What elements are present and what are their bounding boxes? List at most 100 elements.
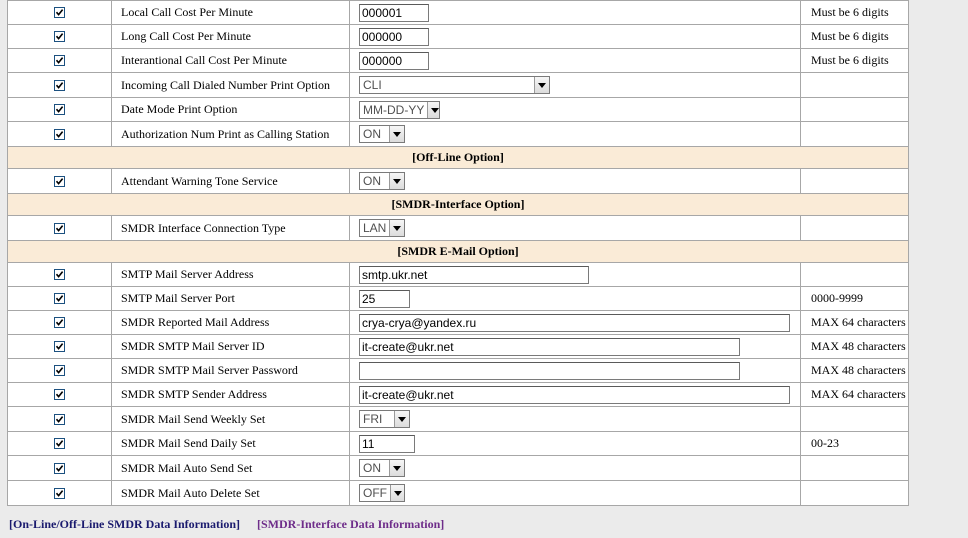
interantional-call-cost-per-minute-note: Must be 6 digits (800, 48, 909, 73)
enable-cell (7, 358, 112, 383)
setting-row-incoming-call-dialed-number-print-option: Incoming Call Dialed Number Print Option… (7, 72, 909, 98)
long-call-cost-per-minute-input[interactable]: 000000 (359, 27, 429, 46)
setting-row-smdr-smtp-sender-address: SMDR SMTP Sender Address it-create@ukr.ne… (7, 382, 909, 407)
smdr-mail-auto-send-set-select[interactable]: ON (359, 459, 405, 477)
chevron-down-icon[interactable] (389, 173, 404, 189)
long-call-cost-per-minute-label: Long Call Cost Per Minute (111, 24, 350, 49)
smdr-mail-send-daily-set-control-cell: 11 (349, 431, 801, 456)
checkbox-checked-icon[interactable] (54, 269, 65, 280)
checkbox-checked-icon[interactable] (54, 175, 65, 187)
smdr-smtp-mail-server-id-label: SMDR SMTP Mail Server ID (111, 334, 350, 359)
online-offline-smdr-data-link[interactable]: [On-Line/Off-Line SMDR Data Information] (9, 517, 240, 531)
setting-row-local-call-cost-per-minute: Local Call Cost Per Minute 000001 Must be … (7, 0, 909, 25)
section-header-row: [SMDR E-Mail Option] (7, 240, 909, 263)
chevron-down-icon[interactable] (389, 126, 404, 142)
checkbox-checked-icon[interactable] (54, 365, 65, 376)
smdr-mail-send-weekly-set-select[interactable]: FRI (359, 410, 410, 428)
smdr-settings-table: Local Call Cost Per Minute 000001 Must be … (7, 0, 909, 506)
smdr-mail-send-weekly-set-selected-value: FRI (363, 412, 383, 426)
authorization-num-print-as-calling-station-label: Authorization Num Print as Calling Stati… (111, 121, 350, 147)
setting-row-smdr-mail-auto-send-set: SMDR Mail Auto Send Set ON (7, 455, 909, 481)
setting-row-smtp-mail-server-address: SMTP Mail Server Address smtp.ukr.net (7, 262, 909, 287)
enable-cell (7, 334, 112, 359)
smtp-mail-server-address-control-cell: smtp.ukr.net (349, 262, 801, 287)
section-title-off-line-option: [Off-Line Option] (7, 146, 909, 169)
checkbox-checked-icon[interactable] (54, 341, 65, 352)
interantional-call-cost-per-minute-input[interactable]: 000000 (359, 51, 429, 70)
interantional-call-cost-per-minute-control-cell: 000000 (349, 48, 801, 73)
enable-cell (7, 480, 112, 506)
local-call-cost-per-minute-note: Must be 6 digits (800, 0, 909, 25)
attendant-warning-tone-service-control-cell: ON (349, 168, 801, 194)
checkbox-checked-icon[interactable] (54, 462, 65, 474)
date-mode-print-option-select[interactable]: MM-DD-YY (359, 100, 440, 119)
smdr-interface-data-link[interactable]: [SMDR-Interface Data Information] (257, 517, 444, 531)
smdr-smtp-mail-server-id-input[interactable]: it-create@ukr.net (359, 337, 740, 356)
checkbox-checked-icon[interactable] (54, 438, 65, 449)
enable-cell (7, 0, 112, 25)
smdr-interface-connection-type-selected-value: LAN (363, 221, 387, 235)
smdr-mail-auto-send-set-control-cell: ON (349, 455, 801, 481)
chevron-down-icon[interactable] (427, 101, 439, 118)
smdr-mail-auto-send-set-selected-value: ON (363, 461, 381, 475)
setting-row-authorization-num-print-as-calling-station: Authorization Num Print as Calling Stati… (7, 121, 909, 147)
checkbox-checked-icon[interactable] (54, 7, 65, 18)
incoming-call-dialed-number-print-option-selected-value: CLI (363, 78, 382, 92)
smdr-smtp-mail-server-id-control-cell: it-create@ukr.net (349, 334, 801, 359)
smdr-mail-send-daily-set-input[interactable]: 11 (359, 434, 415, 453)
smtp-mail-server-address-note (800, 262, 909, 287)
checkbox-checked-icon[interactable] (54, 487, 65, 499)
date-mode-print-option-label: Date Mode Print Option (111, 97, 350, 122)
checkbox-checked-icon[interactable] (54, 31, 65, 42)
smdr-interface-connection-type-control-cell: LAN (349, 215, 801, 241)
attendant-warning-tone-service-select[interactable]: ON (359, 172, 405, 190)
smdr-mail-auto-delete-set-control-cell: OFF (349, 480, 801, 506)
smdr-smtp-mail-server-password-input[interactable] (359, 361, 740, 380)
local-call-cost-per-minute-input[interactable]: 000001 (359, 3, 429, 22)
smdr-reported-mail-address-note: MAX 64 characters (800, 310, 909, 335)
smtp-mail-server-address-input[interactable]: smtp.ukr.net (359, 265, 589, 284)
smdr-interface-connection-type-note (800, 215, 909, 241)
attendant-warning-tone-service-selected-value: ON (363, 174, 381, 188)
chevron-down-icon[interactable] (534, 77, 549, 93)
smdr-interface-connection-type-select[interactable]: LAN (359, 219, 405, 237)
chevron-down-icon[interactable] (394, 411, 409, 427)
checkbox-checked-icon[interactable] (54, 317, 65, 328)
smdr-mail-auto-delete-set-select[interactable]: OFF (359, 484, 405, 502)
checkbox-checked-icon[interactable] (54, 128, 65, 140)
smdr-smtp-mail-server-password-note: MAX 48 characters (800, 358, 909, 383)
chevron-down-icon[interactable] (389, 460, 404, 476)
authorization-num-print-as-calling-station-select[interactable]: ON (359, 125, 405, 143)
long-call-cost-per-minute-note: Must be 6 digits (800, 24, 909, 49)
checkbox-checked-icon[interactable] (54, 55, 65, 66)
chevron-down-icon[interactable] (390, 485, 404, 501)
smdr-smtp-sender-address-control-cell: it-create@ukr.net (349, 382, 801, 407)
checkbox-checked-icon[interactable] (54, 79, 65, 91)
checkbox-checked-icon[interactable] (54, 293, 65, 304)
authorization-num-print-as-calling-station-control-cell: ON (349, 121, 801, 147)
section-header-row: [Off-Line Option] (7, 146, 909, 169)
smdr-mail-auto-delete-set-selected-value: OFF (363, 486, 387, 500)
checkbox-checked-icon[interactable] (54, 222, 65, 234)
smdr-mail-send-weekly-set-control-cell: FRI (349, 406, 801, 432)
enable-cell (7, 48, 112, 73)
smdr-mail-auto-send-set-label: SMDR Mail Auto Send Set (111, 455, 350, 481)
smdr-mail-auto-send-set-note (800, 455, 909, 481)
checkbox-checked-icon[interactable] (54, 389, 65, 400)
smdr-mail-send-weekly-set-label: SMDR Mail Send Weekly Set (111, 406, 350, 432)
smtp-mail-server-port-input[interactable]: 25 (359, 289, 410, 308)
enable-cell (7, 121, 112, 147)
footer-links: [On-Line/Off-Line SMDR Data Information]… (9, 517, 458, 532)
chevron-down-icon[interactable] (389, 220, 404, 236)
setting-row-smdr-mail-auto-delete-set: SMDR Mail Auto Delete Set OFF (7, 480, 909, 506)
smdr-reported-mail-address-input[interactable]: crya-crya@yandex.ru (359, 313, 790, 332)
checkbox-checked-icon[interactable] (54, 104, 65, 115)
date-mode-print-option-control-cell: MM-DD-YY (349, 97, 801, 122)
smdr-smtp-sender-address-input[interactable]: it-create@ukr.net (359, 385, 790, 404)
setting-row-smdr-mail-send-daily-set: SMDR Mail Send Daily Set 11 00-23 (7, 431, 909, 456)
smtp-mail-server-port-note: 0000-9999 (800, 286, 909, 311)
enable-cell (7, 168, 112, 194)
attendant-warning-tone-service-note (800, 168, 909, 194)
checkbox-checked-icon[interactable] (54, 413, 65, 425)
incoming-call-dialed-number-print-option-select[interactable]: CLI (359, 76, 550, 94)
